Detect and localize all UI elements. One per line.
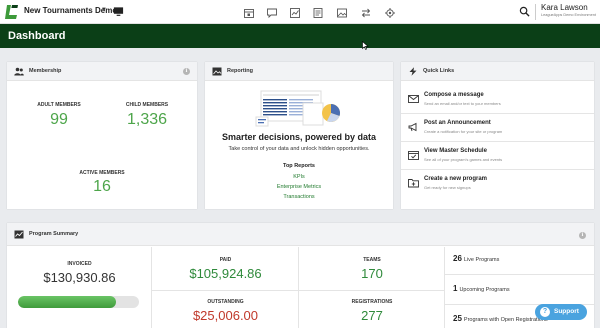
adult-members-value: 99: [50, 111, 68, 128]
upcoming-programs-label: Upcoming Programs: [459, 287, 510, 293]
payment-progress-bar: [18, 296, 139, 308]
paid-outstanding-panel: PAID $105,924.86 OUTSTANDING $25,006.00: [152, 247, 299, 328]
image-icon: [212, 67, 222, 76]
transfer-icon[interactable]: [360, 6, 372, 18]
page-header: Dashboard: [0, 24, 600, 48]
quick-link-title: Compose a message: [424, 92, 484, 98]
paid-value: $105,924.86: [189, 266, 262, 281]
trend-chart-icon: [14, 230, 24, 239]
settings-icon[interactable]: [384, 6, 396, 18]
chart-icon[interactable]: [289, 6, 301, 18]
teams-value: 170: [361, 266, 383, 281]
membership-card: Membership i ADULT MEMBERS 99 CHILD MEMB…: [7, 62, 197, 209]
open-registration-count: 25: [453, 314, 462, 323]
paid-label: PAID: [219, 257, 232, 263]
support-label: Support: [554, 308, 579, 315]
image-icon[interactable]: [336, 6, 348, 18]
quick-link-description: Create a notification for your site or p…: [424, 129, 503, 134]
chat-icon[interactable]: [266, 6, 278, 19]
payment-progress-fill: [18, 296, 116, 308]
teams-label: TEAMS: [363, 257, 381, 263]
calendar-check-icon: [408, 151, 419, 160]
page-title: Dashboard: [8, 30, 66, 42]
folder-plus-icon: [408, 179, 419, 188]
support-button[interactable]: ? Support: [535, 304, 587, 320]
reporting-headline: Smarter decisions, powered by data: [221, 132, 377, 142]
transactions-link[interactable]: Transactions: [205, 194, 393, 200]
search-icon[interactable]: [519, 6, 530, 17]
child-members-label: CHILD MEMBERS: [125, 102, 169, 108]
quick-link-create-program[interactable]: Create a new program Get ready for new s…: [401, 170, 594, 198]
program-summary-card: Program Summary i INVOICED $130,930.86 P…: [7, 223, 594, 328]
bolt-icon: [409, 67, 417, 76]
card-title: Quick Links: [423, 68, 455, 74]
quick-link-title: Create a new program: [424, 176, 488, 182]
teams-registrations-panel: TEAMS 170 REGISTRATIONS 277: [299, 247, 445, 328]
live-programs-row[interactable]: 26 Live Programs: [453, 254, 499, 263]
live-programs-label: Live Programs: [463, 257, 500, 263]
megaphone-icon: [408, 122, 417, 132]
invoiced-panel: INVOICED $130,930.86: [7, 247, 152, 328]
divider: [299, 290, 445, 291]
monitor-icon[interactable]: [113, 6, 124, 17]
reporting-card: Reporting Smarter decisions, powered by …: [205, 62, 393, 209]
upcoming-programs-count: 1: [453, 284, 458, 293]
mouse-cursor-icon: [362, 41, 369, 50]
users-icon: [14, 67, 24, 76]
child-members-value: 1,336: [126, 111, 168, 128]
quick-link-compose-message[interactable]: Compose a message Send an email and/or t…: [401, 86, 594, 114]
divider: [445, 274, 594, 275]
adult-members-label: ADULT MEMBERS: [37, 102, 81, 108]
envelope-icon: [408, 95, 419, 103]
invoiced-value: $130,930.86: [43, 270, 116, 285]
divider: [535, 4, 536, 20]
live-programs-count: 26: [453, 254, 462, 263]
card-header: Program Summary i: [7, 223, 594, 246]
quick-link-post-announcement[interactable]: Post an Announcement Create a notificati…: [401, 114, 594, 142]
user-name[interactable]: Kara Lawson: [541, 3, 588, 12]
active-members-value: 16: [93, 178, 111, 195]
card-title: Membership: [29, 68, 62, 74]
open-registration-label: Programs with Open Registrations: [463, 317, 548, 323]
top-navbar: New Tournaments Demo ▼ Kara Lawson Leagu…: [0, 0, 600, 24]
invoiced-label: INVOICED: [67, 261, 92, 267]
card-title: Reporting: [227, 68, 253, 74]
quick-link-title: Post an Announcement: [424, 120, 491, 126]
enterprise-metrics-link[interactable]: Enterprise Metrics: [205, 184, 393, 190]
chevron-down-icon[interactable]: ▼: [101, 7, 107, 13]
card-title: Program Summary: [29, 231, 79, 237]
kpis-link[interactable]: KPIs: [205, 174, 393, 180]
outstanding-value: $25,006.00: [192, 308, 259, 323]
info-icon[interactable]: i: [579, 232, 586, 239]
reports-illustration: [255, 90, 341, 127]
user-environment: LeagueApps Demo Environment: [541, 13, 596, 17]
card-header: Reporting: [205, 62, 393, 81]
reporting-subtext: Take control of your data and unlock hid…: [228, 146, 370, 152]
card-header: Membership i: [7, 62, 197, 81]
registrations-value: 277: [361, 308, 383, 323]
leagueapps-logo[interactable]: [5, 4, 19, 20]
divider: [152, 290, 299, 291]
top-reports-label: Top Reports: [283, 163, 315, 169]
question-icon: ?: [540, 307, 550, 317]
card-header: Quick Links: [401, 62, 594, 81]
document-icon[interactable]: [312, 6, 324, 18]
active-members-label: ACTIVE MEMBERS: [79, 170, 125, 176]
registrations-label: REGISTRATIONS: [351, 299, 393, 305]
outstanding-label: OUTSTANDING: [207, 299, 244, 305]
calendar-icon[interactable]: [243, 6, 255, 18]
quick-link-master-schedule[interactable]: View Master Schedule See all of your pro…: [401, 142, 594, 170]
quick-link-description: Send an email and/or text to your member…: [424, 101, 501, 106]
quick-link-description: Get ready for new signups: [424, 185, 471, 190]
info-icon[interactable]: i: [183, 68, 190, 75]
quick-link-title: View Master Schedule: [424, 148, 487, 154]
quick-link-description: See all of your program's games and even…: [424, 157, 503, 162]
quick-links-card: Quick Links Compose a message Send an em…: [401, 62, 594, 209]
open-registration-row[interactable]: 25 Programs with Open Registrations: [453, 314, 548, 323]
upcoming-programs-row[interactable]: 1 Upcoming Programs: [453, 284, 510, 293]
